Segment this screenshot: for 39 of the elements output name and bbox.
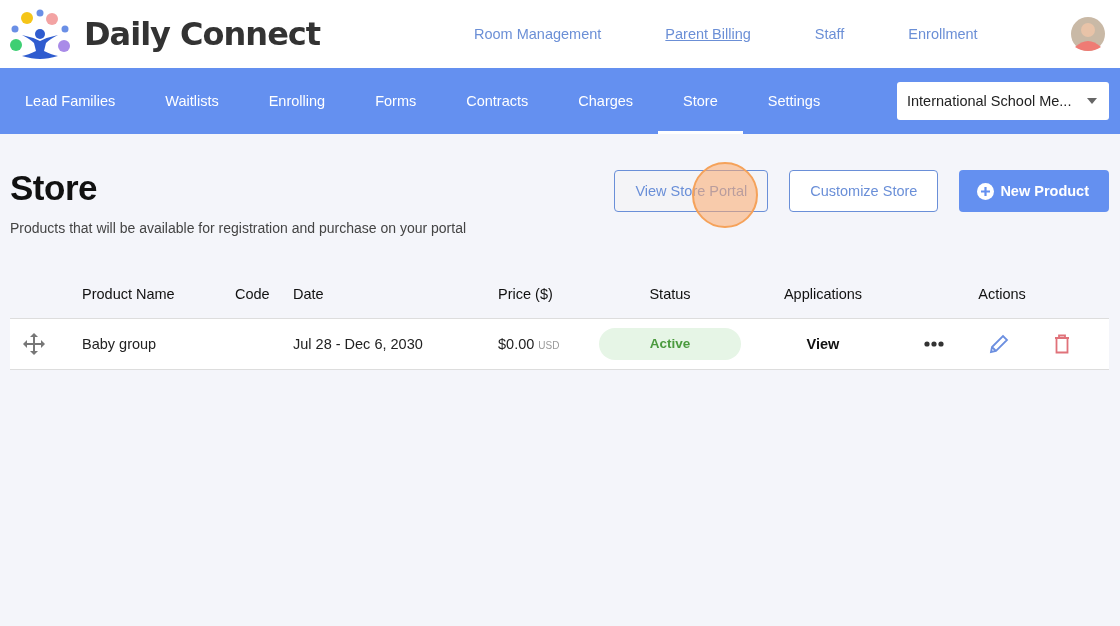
table-cell-text: Jul 28 - Dec 6, 2030 [293,336,424,352]
nav-tab[interactable]: Enrolling [243,68,351,134]
column-header: Code [235,286,271,302]
new-product-button[interactable]: New Product [959,170,1109,212]
move-icon[interactable] [22,332,46,356]
plus-circle-icon [977,182,995,200]
more-icon[interactable] [924,341,944,347]
nav-tab[interactable]: Store [658,68,743,134]
nav-link[interactable]: Staff [814,26,845,42]
nav-link[interactable]: Enrollment [908,26,978,42]
edit-icon[interactable] [989,334,1009,354]
column-header: Applications [782,286,864,302]
nav-link[interactable]: Parent Billing [665,26,751,42]
nav-tab[interactable]: Waitlists [140,68,244,134]
nav-tab[interactable]: Lead Families [0,68,141,134]
status-badge: Active [599,328,741,360]
nav-tab[interactable]: Charges [553,68,659,134]
outline-button[interactable]: Customize Store [789,170,939,212]
page-title: Store [10,168,98,208]
nav-link[interactable]: Room Management [474,26,602,42]
school-dropdown[interactable]: International School Me... [897,82,1109,120]
delete-icon[interactable] [1054,334,1070,354]
nav-tab[interactable]: Settings [742,68,846,134]
brand-name: Daily Connect [84,15,321,53]
column-header: Date [293,286,325,302]
column-header: Actions [977,286,1027,302]
column-header: Status [648,286,692,302]
nav-tab[interactable]: Forms [350,68,442,134]
caret-icon [1087,98,1097,104]
logo-icon [10,9,70,59]
nav-tab[interactable]: Contracts [441,68,554,134]
currency: USD [538,340,560,351]
avatar[interactable] [1071,17,1105,51]
price: $0.00 [498,336,535,352]
column-header: Price ($) [498,286,554,302]
page-subtitle: Products that will be available for registration and purchase on your portal [10,220,467,236]
column-header: Product Name [82,286,176,302]
table-cell-text: Baby group [82,336,158,352]
view-link[interactable]: View [806,336,840,352]
